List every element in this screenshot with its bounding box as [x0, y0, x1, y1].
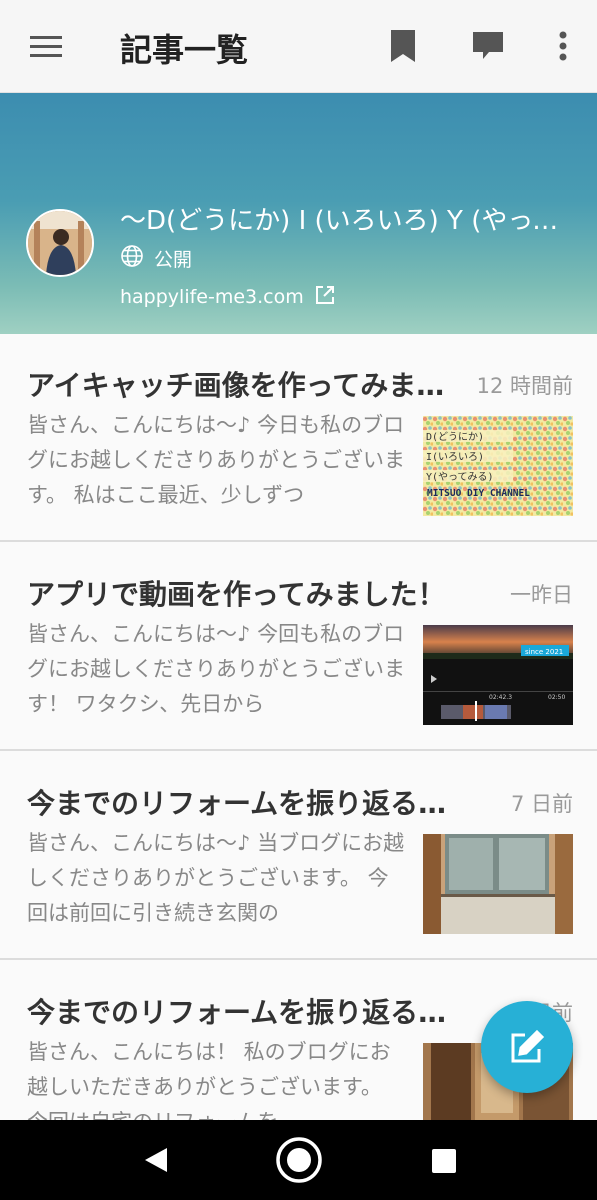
- article-thumbnail: [423, 834, 573, 934]
- blog-url-link[interactable]: happylife-me3.com: [120, 283, 336, 311]
- blog-name[interactable]: 〜D(どうにか) I (いろいろ) Y (やってみる): [120, 200, 580, 237]
- recents-icon[interactable]: [431, 1148, 457, 1178]
- app-bar: 記事一覧: [0, 0, 597, 93]
- blog-url-text: happylife-me3.com: [120, 286, 304, 308]
- article-time: 12 時間前: [476, 374, 573, 398]
- article-title: 今までのリフォームを振り返る（自宅編）: [27, 996, 447, 1029]
- new-post-button[interactable]: [481, 1001, 573, 1093]
- article-title: 今までのリフォームを振り返る（玄関編）: [27, 787, 447, 820]
- article-excerpt: 皆さん、こんにちは〜♪ 今回も私のブログにお越しくださりありがとうございます！ …: [27, 622, 405, 716]
- more-vert-icon[interactable]: [555, 28, 571, 64]
- article-excerpt: 皆さん、こんにちは〜♪ 当ブログにお越しくださりありがとうございます。 今回は前…: [27, 831, 405, 925]
- external-link-icon: [314, 284, 336, 311]
- thumb-line-1: D(どうにか): [426, 431, 484, 443]
- thumb-line-4: MITSUO DIY CHANNEL: [427, 488, 530, 499]
- article-item[interactable]: 今までのリフォームを振り返る（玄関編） 7 日前 皆さん、こんにちは〜♪ 当ブロ…: [0, 752, 597, 960]
- menu-icon[interactable]: [28, 32, 64, 62]
- globe-icon: [120, 244, 144, 273]
- page-title: 記事一覧: [120, 31, 249, 69]
- visibility-status: 公開: [120, 244, 193, 273]
- edit-icon: [509, 1029, 545, 1069]
- bookmark-icon[interactable]: [389, 28, 423, 64]
- system-nav-bar: [0, 1120, 597, 1200]
- avatar[interactable]: [26, 209, 94, 277]
- visibility-label: 公開: [154, 248, 193, 271]
- thumb-line-2: I(いろいろ): [426, 452, 484, 463]
- article-item[interactable]: アプリで動画を作ってみました！ 一昨日 皆さん、こんにちは〜♪ 今回も私のブログ…: [0, 543, 597, 751]
- thumb-time-2: 02:50: [548, 694, 565, 701]
- article-title: アプリで動画を作ってみました！: [27, 578, 446, 611]
- comment-icon[interactable]: [471, 28, 507, 64]
- thumb-time-1: 02:42.3: [489, 694, 512, 701]
- article-item[interactable]: アイキャッチ画像を作ってみました 12 時間前 皆さん、こんにちは〜♪ 今日も私…: [0, 334, 597, 542]
- thumb-badge: since 2021: [525, 648, 563, 656]
- article-time: 7 日前: [510, 792, 573, 816]
- article-time: 一昨日: [510, 583, 573, 607]
- article-thumbnail: D(どうにか) I(いろいろ) Y(やってみる) MITSUO DIY CHAN…: [423, 416, 573, 516]
- article-title: アイキャッチ画像を作ってみました: [27, 369, 447, 402]
- thumb-line-3: Y(やってみる): [426, 471, 494, 483]
- home-icon[interactable]: [275, 1136, 323, 1188]
- article-thumbnail: since 2021 02:42.3 02:50: [423, 625, 573, 725]
- article-excerpt: 皆さん、こんにちは〜♪ 今日も私のブログにお越しくださりありがとうございます。 …: [27, 413, 405, 507]
- back-icon[interactable]: [143, 1146, 169, 1178]
